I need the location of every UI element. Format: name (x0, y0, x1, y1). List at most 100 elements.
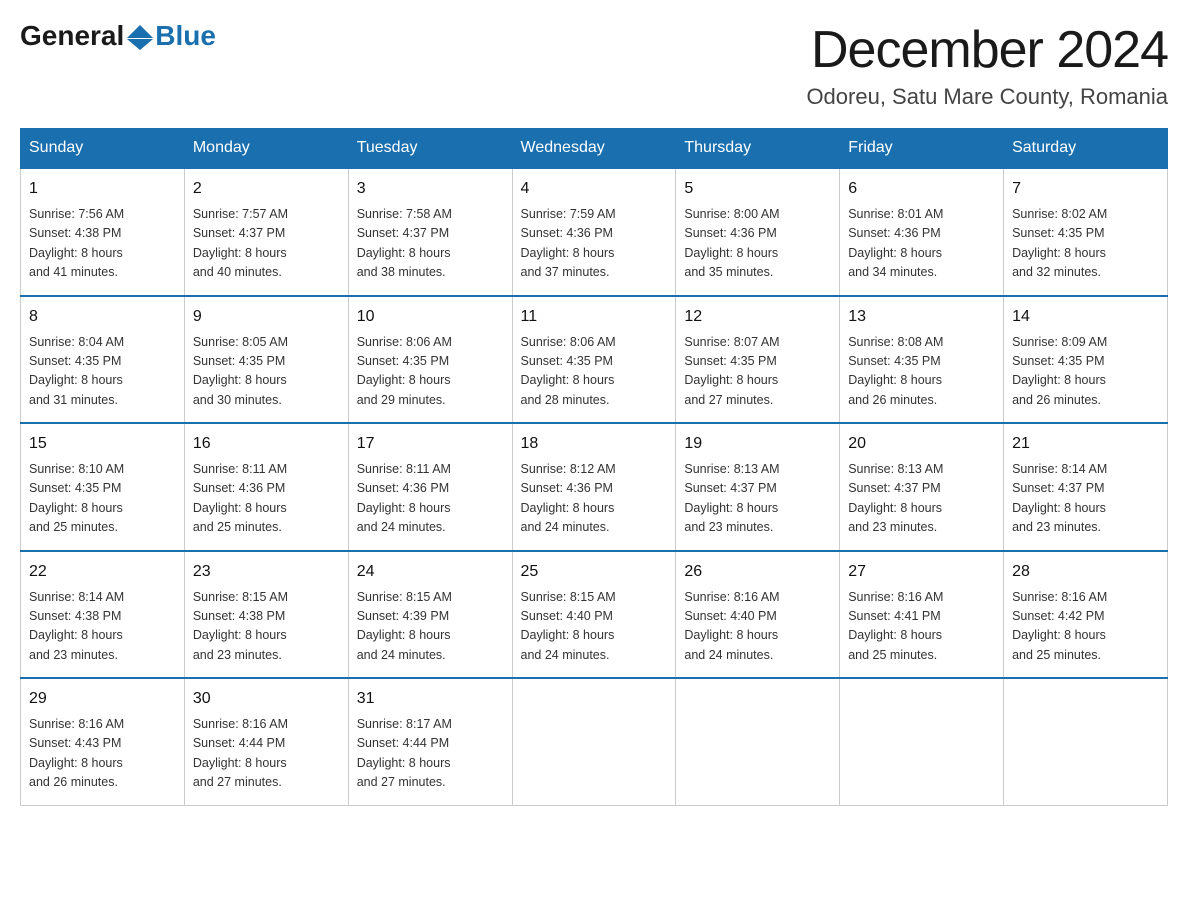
day-info: Sunrise: 7:59 AM Sunset: 4:36 PM Dayligh… (521, 205, 668, 283)
calendar-day-19: 19 Sunrise: 8:13 AM Sunset: 4:37 PM Dayl… (676, 423, 840, 551)
calendar-day-14: 14 Sunrise: 8:09 AM Sunset: 4:35 PM Dayl… (1004, 296, 1168, 424)
day-info: Sunrise: 8:15 AM Sunset: 4:38 PM Dayligh… (193, 588, 340, 666)
day-number: 24 (357, 560, 504, 584)
day-number: 9 (193, 305, 340, 329)
calendar-day-28: 28 Sunrise: 8:16 AM Sunset: 4:42 PM Dayl… (1004, 551, 1168, 679)
calendar-day-7: 7 Sunrise: 8:02 AM Sunset: 4:35 PM Dayli… (1004, 168, 1168, 296)
day-number: 3 (357, 177, 504, 201)
calendar-day-9: 9 Sunrise: 8:05 AM Sunset: 4:35 PM Dayli… (184, 296, 348, 424)
day-info: Sunrise: 8:17 AM Sunset: 4:44 PM Dayligh… (357, 715, 504, 793)
day-info: Sunrise: 8:14 AM Sunset: 4:37 PM Dayligh… (1012, 460, 1159, 538)
day-info: Sunrise: 8:06 AM Sunset: 4:35 PM Dayligh… (357, 333, 504, 411)
calendar-day-26: 26 Sunrise: 8:16 AM Sunset: 4:40 PM Dayl… (676, 551, 840, 679)
day-number: 22 (29, 560, 176, 584)
day-number: 30 (193, 687, 340, 711)
day-number: 15 (29, 432, 176, 456)
day-info: Sunrise: 8:11 AM Sunset: 4:36 PM Dayligh… (193, 460, 340, 538)
day-info: Sunrise: 7:57 AM Sunset: 4:37 PM Dayligh… (193, 205, 340, 283)
day-number: 23 (193, 560, 340, 584)
day-info: Sunrise: 7:58 AM Sunset: 4:37 PM Dayligh… (357, 205, 504, 283)
day-number: 14 (1012, 305, 1159, 329)
calendar-day-20: 20 Sunrise: 8:13 AM Sunset: 4:37 PM Dayl… (840, 423, 1004, 551)
calendar-day-5: 5 Sunrise: 8:00 AM Sunset: 4:36 PM Dayli… (676, 168, 840, 296)
calendar-day-3: 3 Sunrise: 7:58 AM Sunset: 4:37 PM Dayli… (348, 168, 512, 296)
page-header: General Blue December 2024 Odoreu, Satu … (20, 20, 1168, 110)
calendar-empty-cell (676, 678, 840, 805)
header-thursday: Thursday (676, 129, 840, 169)
day-number: 4 (521, 177, 668, 201)
day-info: Sunrise: 8:16 AM Sunset: 4:43 PM Dayligh… (29, 715, 176, 793)
calendar-empty-cell (1004, 678, 1168, 805)
day-info: Sunrise: 8:00 AM Sunset: 4:36 PM Dayligh… (684, 205, 831, 283)
calendar-week-row-5: 29 Sunrise: 8:16 AM Sunset: 4:43 PM Dayl… (21, 678, 1168, 805)
day-info: Sunrise: 8:05 AM Sunset: 4:35 PM Dayligh… (193, 333, 340, 411)
header-sunday: Sunday (21, 129, 185, 169)
day-info: Sunrise: 8:16 AM Sunset: 4:41 PM Dayligh… (848, 588, 995, 666)
day-number: 13 (848, 305, 995, 329)
day-info: Sunrise: 8:01 AM Sunset: 4:36 PM Dayligh… (848, 205, 995, 283)
calendar-day-27: 27 Sunrise: 8:16 AM Sunset: 4:41 PM Dayl… (840, 551, 1004, 679)
header-tuesday: Tuesday (348, 129, 512, 169)
day-number: 28 (1012, 560, 1159, 584)
calendar-day-24: 24 Sunrise: 8:15 AM Sunset: 4:39 PM Dayl… (348, 551, 512, 679)
day-number: 16 (193, 432, 340, 456)
day-number: 31 (357, 687, 504, 711)
calendar-day-1: 1 Sunrise: 7:56 AM Sunset: 4:38 PM Dayli… (21, 168, 185, 296)
calendar-empty-cell (512, 678, 676, 805)
calendar-empty-cell (840, 678, 1004, 805)
calendar-week-row-4: 22 Sunrise: 8:14 AM Sunset: 4:38 PM Dayl… (21, 551, 1168, 679)
calendar-day-12: 12 Sunrise: 8:07 AM Sunset: 4:35 PM Dayl… (676, 296, 840, 424)
calendar-week-row-3: 15 Sunrise: 8:10 AM Sunset: 4:35 PM Dayl… (21, 423, 1168, 551)
header-wednesday: Wednesday (512, 129, 676, 169)
calendar-day-23: 23 Sunrise: 8:15 AM Sunset: 4:38 PM Dayl… (184, 551, 348, 679)
day-info: Sunrise: 8:16 AM Sunset: 4:42 PM Dayligh… (1012, 588, 1159, 666)
calendar-week-row-1: 1 Sunrise: 7:56 AM Sunset: 4:38 PM Dayli… (21, 168, 1168, 296)
calendar-day-6: 6 Sunrise: 8:01 AM Sunset: 4:36 PM Dayli… (840, 168, 1004, 296)
calendar-day-16: 16 Sunrise: 8:11 AM Sunset: 4:36 PM Dayl… (184, 423, 348, 551)
logo-triangle-bottom (127, 39, 153, 50)
day-number: 2 (193, 177, 340, 201)
day-info: Sunrise: 8:13 AM Sunset: 4:37 PM Dayligh… (848, 460, 995, 538)
day-number: 7 (1012, 177, 1159, 201)
day-number: 17 (357, 432, 504, 456)
calendar-header-row: Sunday Monday Tuesday Wednesday Thursday… (21, 129, 1168, 169)
day-info: Sunrise: 8:15 AM Sunset: 4:39 PM Dayligh… (357, 588, 504, 666)
day-number: 8 (29, 305, 176, 329)
calendar-table: Sunday Monday Tuesday Wednesday Thursday… (20, 128, 1168, 806)
day-number: 11 (521, 305, 668, 329)
calendar-day-18: 18 Sunrise: 8:12 AM Sunset: 4:36 PM Dayl… (512, 423, 676, 551)
calendar-day-15: 15 Sunrise: 8:10 AM Sunset: 4:35 PM Dayl… (21, 423, 185, 551)
day-info: Sunrise: 8:14 AM Sunset: 4:38 PM Dayligh… (29, 588, 176, 666)
calendar-day-4: 4 Sunrise: 7:59 AM Sunset: 4:36 PM Dayli… (512, 168, 676, 296)
header-friday: Friday (840, 129, 1004, 169)
logo-general-text: General (20, 20, 124, 52)
day-number: 1 (29, 177, 176, 201)
day-info: Sunrise: 8:15 AM Sunset: 4:40 PM Dayligh… (521, 588, 668, 666)
calendar-day-29: 29 Sunrise: 8:16 AM Sunset: 4:43 PM Dayl… (21, 678, 185, 805)
header-saturday: Saturday (1004, 129, 1168, 169)
day-info: Sunrise: 8:06 AM Sunset: 4:35 PM Dayligh… (521, 333, 668, 411)
day-info: Sunrise: 8:02 AM Sunset: 4:35 PM Dayligh… (1012, 205, 1159, 283)
calendar-day-2: 2 Sunrise: 7:57 AM Sunset: 4:37 PM Dayli… (184, 168, 348, 296)
title-block: December 2024 Odoreu, Satu Mare County, … (806, 20, 1168, 110)
calendar-day-31: 31 Sunrise: 8:17 AM Sunset: 4:44 PM Dayl… (348, 678, 512, 805)
calendar-day-22: 22 Sunrise: 8:14 AM Sunset: 4:38 PM Dayl… (21, 551, 185, 679)
day-info: Sunrise: 8:09 AM Sunset: 4:35 PM Dayligh… (1012, 333, 1159, 411)
day-number: 21 (1012, 432, 1159, 456)
calendar-day-21: 21 Sunrise: 8:14 AM Sunset: 4:37 PM Dayl… (1004, 423, 1168, 551)
day-number: 27 (848, 560, 995, 584)
day-info: Sunrise: 8:07 AM Sunset: 4:35 PM Dayligh… (684, 333, 831, 411)
day-info: Sunrise: 8:12 AM Sunset: 4:36 PM Dayligh… (521, 460, 668, 538)
day-number: 5 (684, 177, 831, 201)
logo: General Blue (20, 20, 216, 52)
calendar-day-17: 17 Sunrise: 8:11 AM Sunset: 4:36 PM Dayl… (348, 423, 512, 551)
day-info: Sunrise: 8:16 AM Sunset: 4:40 PM Dayligh… (684, 588, 831, 666)
day-info: Sunrise: 7:56 AM Sunset: 4:38 PM Dayligh… (29, 205, 176, 283)
calendar-day-30: 30 Sunrise: 8:16 AM Sunset: 4:44 PM Dayl… (184, 678, 348, 805)
day-number: 20 (848, 432, 995, 456)
month-title: December 2024 (806, 20, 1168, 80)
day-number: 6 (848, 177, 995, 201)
day-number: 18 (521, 432, 668, 456)
calendar-day-25: 25 Sunrise: 8:15 AM Sunset: 4:40 PM Dayl… (512, 551, 676, 679)
day-number: 12 (684, 305, 831, 329)
